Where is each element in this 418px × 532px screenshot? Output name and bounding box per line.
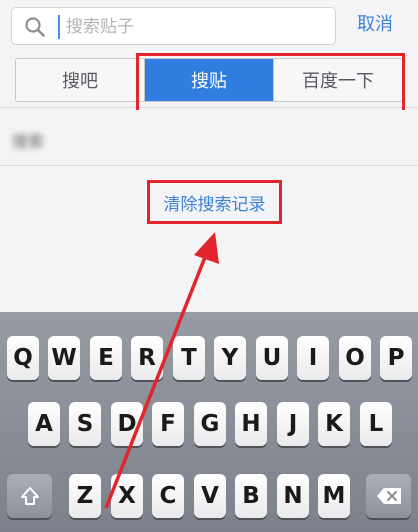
clear-history-button[interactable]: 清除搜索记录 [147,180,282,224]
backspace-key[interactable] [366,474,411,518]
tab-search-bar[interactable]: 搜吧 [16,59,145,101]
key-v[interactable]: V [194,474,226,518]
key-g[interactable]: G [194,402,226,446]
search-scope-tabs: 搜吧 搜贴 百度一下 [0,50,418,108]
key-l[interactable]: L [360,402,392,446]
keyboard: Q W E R T Y U I O P A S D F G H J K L Z … [0,312,418,532]
key-x[interactable]: X [111,474,143,518]
search-bar: 取消 [0,0,418,50]
history-item-text: 搜索 [12,132,45,151]
tab-search-posts[interactable]: 搜贴 [145,59,274,101]
key-z[interactable]: Z [69,474,101,518]
key-m[interactable]: M [318,474,350,518]
key-j[interactable]: J [277,402,309,446]
tab-baidu-search[interactable]: 百度一下 [274,59,402,101]
search-icon [25,17,45,37]
key-e[interactable]: E [90,336,122,380]
key-f[interactable]: F [152,402,184,446]
key-k[interactable]: K [318,402,350,446]
key-o[interactable]: O [339,336,371,380]
key-a[interactable]: A [28,402,60,446]
backspace-icon [376,488,401,504]
key-h[interactable]: H [235,402,267,446]
key-b[interactable]: B [235,474,267,518]
key-i[interactable]: I [297,336,329,380]
cancel-button[interactable]: 取消 [345,9,405,41]
shift-key[interactable] [7,474,52,518]
key-u[interactable]: U [256,336,288,380]
key-n[interactable]: N [277,474,309,518]
key-w[interactable]: W [48,336,80,380]
key-r[interactable]: R [131,336,163,380]
key-q[interactable]: Q [7,336,39,380]
shift-icon [20,487,39,505]
key-d[interactable]: D [111,402,143,446]
key-s[interactable]: S [69,402,101,446]
history-item[interactable]: 搜索 [0,110,418,166]
key-p[interactable]: P [380,336,412,380]
key-c[interactable]: C [152,474,184,518]
key-t[interactable]: T [173,336,205,380]
search-input[interactable] [58,15,318,39]
search-box[interactable] [11,7,336,45]
key-y[interactable]: Y [214,336,246,380]
segmented-control: 搜吧 搜贴 百度一下 [15,58,403,102]
